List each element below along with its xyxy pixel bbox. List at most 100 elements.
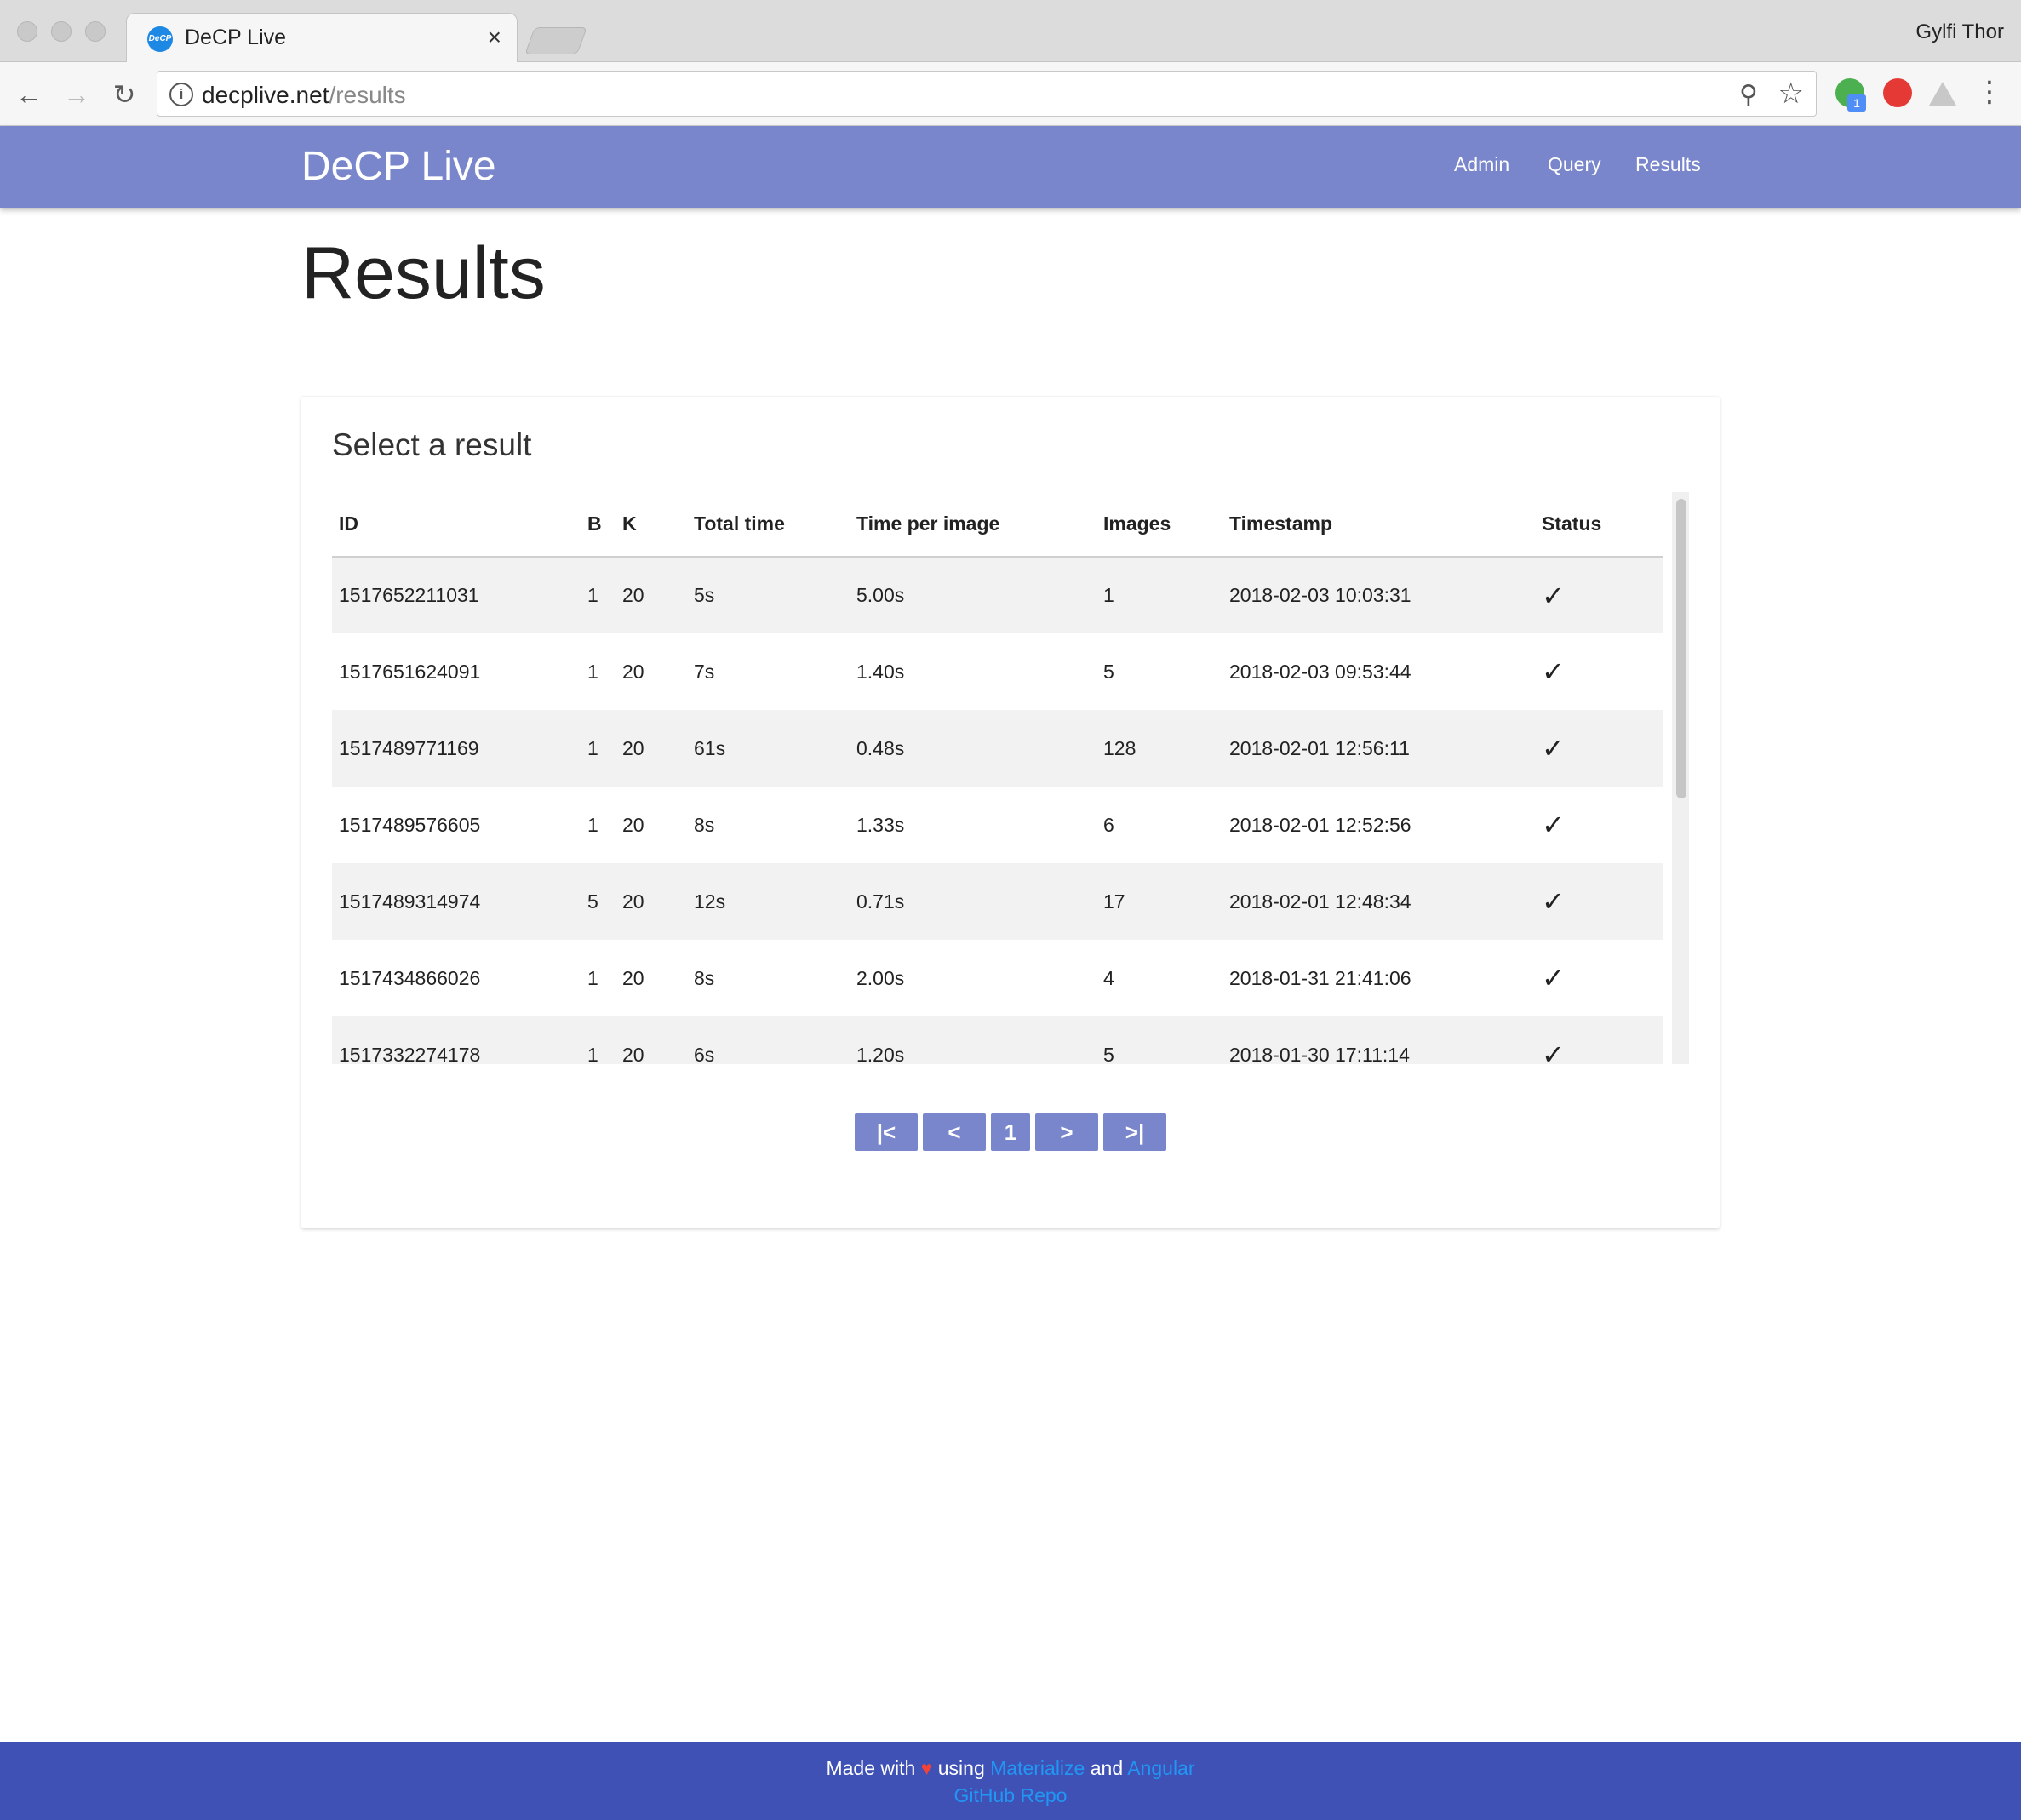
- cell-time-per-image: 1.40s: [856, 660, 905, 683]
- column-header-timestamp[interactable]: Timestamp: [1222, 492, 1535, 558]
- github-repo-link[interactable]: GitHub Repo: [954, 1784, 1068, 1806]
- forward-arrow-icon[interactable]: →: [60, 77, 94, 112]
- cell-b: 1: [587, 584, 598, 606]
- cell-images: 17: [1103, 890, 1125, 913]
- footer-made-with: Made with: [826, 1757, 916, 1779]
- cell-k: 20: [622, 1043, 644, 1065]
- nav-link-results[interactable]: Results: [1635, 153, 1701, 176]
- cell-k: 20: [622, 813, 644, 836]
- column-header-total-time[interactable]: Total time: [687, 492, 850, 558]
- nav-link-query[interactable]: Query: [1548, 153, 1601, 176]
- table-row[interactable]: 1517434866026 1 20 8s 2.00s 4 2018-01-31…: [332, 940, 1663, 1016]
- cell-images: 1: [1103, 584, 1114, 606]
- cell-images: 5: [1103, 660, 1114, 683]
- cell-b: 1: [587, 966, 598, 989]
- column-header-k[interactable]: K: [615, 492, 687, 558]
- cell-total-time: 7s: [694, 660, 715, 683]
- extension-shield-icon[interactable]: [1883, 78, 1912, 107]
- cell-time-per-image: 0.48s: [856, 736, 905, 759]
- page-number-button[interactable]: 1: [991, 1113, 1030, 1151]
- cell-total-time: 6s: [694, 1043, 715, 1065]
- cell-total-time: 8s: [694, 966, 715, 989]
- page-title: Results: [301, 232, 546, 314]
- cell-timestamp: 2018-01-30 17:11:14: [1229, 1043, 1410, 1065]
- cell-b: 5: [587, 890, 598, 913]
- table-row[interactable]: 1517489771169 1 20 61s 0.48s 128 2018-02…: [332, 710, 1663, 787]
- cell-id: 1517434866026: [339, 966, 481, 989]
- browser-tab[interactable]: DeCP DeCP Live ×: [126, 13, 518, 63]
- window-minimize-button[interactable]: [51, 21, 72, 42]
- scrollbar-thumb[interactable]: [1676, 499, 1686, 798]
- check-icon: ✓: [1542, 886, 1565, 917]
- cell-timestamp: 2018-02-03 10:03:31: [1229, 584, 1411, 606]
- table-row[interactable]: 1517489314974 5 20 12s 0.71s 17 2018-02-…: [332, 863, 1663, 940]
- cell-time-per-image: 1.33s: [856, 813, 905, 836]
- cell-k: 20: [622, 736, 644, 759]
- prev-page-button[interactable]: <: [923, 1113, 986, 1151]
- card-title: Select a result: [332, 427, 532, 462]
- column-header-status[interactable]: Status: [1535, 492, 1663, 558]
- cell-total-time: 8s: [694, 813, 715, 836]
- next-page-button[interactable]: >: [1035, 1113, 1098, 1151]
- url-text[interactable]: decplive.net/results: [202, 82, 406, 109]
- last-page-button[interactable]: >|: [1103, 1113, 1166, 1151]
- angular-link[interactable]: Angular: [1127, 1757, 1194, 1779]
- cell-timestamp: 2018-02-01 12:48:34: [1229, 890, 1411, 913]
- column-header-time-per-image[interactable]: Time per image: [850, 492, 1096, 558]
- cell-total-time: 61s: [694, 736, 726, 759]
- cell-time-per-image: 2.00s: [856, 966, 905, 989]
- page-footer: Made with ♥ using Materialize and Angula…: [0, 1742, 2021, 1820]
- table-row[interactable]: 1517489576605 1 20 8s 1.33s 6 2018-02-01…: [332, 787, 1663, 863]
- cell-id: 1517652211031: [339, 584, 479, 606]
- browser-tab-strip: DeCP DeCP Live × Gylfi Thor: [0, 0, 2021, 63]
- url-path: /results: [329, 82, 406, 108]
- footer-and: and: [1090, 1757, 1124, 1779]
- column-header-id[interactable]: ID: [332, 492, 581, 558]
- info-icon[interactable]: i: [169, 83, 193, 106]
- check-icon: ✓: [1542, 656, 1565, 687]
- decp-favicon-icon: DeCP: [147, 26, 173, 52]
- footer-credits: Made with ♥ using Materialize and Angula…: [0, 1757, 2021, 1780]
- check-icon: ✓: [1542, 733, 1565, 764]
- brand-logo[interactable]: DeCP Live: [301, 143, 496, 190]
- table-scrollbar[interactable]: [1672, 492, 1689, 1064]
- cell-id: 1517489771169: [339, 736, 479, 759]
- table-header-row: ID B K Total time Time per image Images …: [332, 492, 1663, 558]
- tab-close-icon[interactable]: ×: [488, 24, 501, 51]
- table-row[interactable]: 1517652211031 1 20 5s 5.00s 1 2018-02-03…: [332, 557, 1663, 633]
- cell-images: 4: [1103, 966, 1114, 989]
- window-close-button[interactable]: [17, 21, 37, 42]
- cell-id: 1517489576605: [339, 813, 481, 836]
- bookmark-star-icon[interactable]: ☆: [1778, 77, 1804, 111]
- reload-icon[interactable]: ↻: [107, 77, 141, 112]
- cell-time-per-image: 5.00s: [856, 584, 905, 606]
- cell-k: 20: [622, 890, 644, 913]
- profile-name[interactable]: Gylfi Thor: [1915, 20, 2004, 44]
- check-icon: ✓: [1542, 1039, 1565, 1064]
- first-page-button[interactable]: |<: [855, 1113, 918, 1151]
- table-row[interactable]: 1517651624091 1 20 7s 1.40s 5 2018-02-03…: [332, 633, 1663, 710]
- check-icon: ✓: [1542, 810, 1565, 840]
- heart-icon: ♥: [920, 1757, 933, 1779]
- app-navbar: DeCP Live Admin Query Results: [0, 126, 2021, 208]
- window-zoom-button[interactable]: [85, 21, 106, 42]
- materialize-link[interactable]: Materialize: [990, 1757, 1085, 1779]
- address-bar[interactable]: i decplive.net/results ⚲ ☆: [157, 71, 1817, 117]
- cell-timestamp: 2018-02-03 09:53:44: [1229, 660, 1411, 683]
- column-header-b[interactable]: B: [581, 492, 615, 558]
- cell-b: 1: [587, 813, 598, 836]
- column-header-images[interactable]: Images: [1096, 492, 1222, 558]
- zoom-icon[interactable]: ⚲: [1739, 80, 1758, 110]
- cell-total-time: 12s: [694, 890, 726, 913]
- cell-images: 128: [1103, 736, 1136, 759]
- google-drive-icon[interactable]: [1929, 82, 1956, 106]
- back-arrow-icon[interactable]: ←: [12, 77, 46, 112]
- kebab-menu-icon[interactable]: ⋮: [1975, 75, 2004, 109]
- cell-timestamp: 2018-01-31 21:41:06: [1229, 966, 1411, 989]
- cell-timestamp: 2018-02-01 12:56:11: [1229, 736, 1410, 759]
- nav-link-admin[interactable]: Admin: [1454, 153, 1509, 176]
- browser-toolbar: ← → ↻ i decplive.net/results ⚲ ☆: [0, 62, 2021, 126]
- footer-repo-line: GitHub Repo: [0, 1784, 2021, 1807]
- table-row[interactable]: 1517332274178 1 20 6s 1.20s 5 2018-01-30…: [332, 1016, 1663, 1064]
- new-tab-button[interactable]: [524, 27, 587, 54]
